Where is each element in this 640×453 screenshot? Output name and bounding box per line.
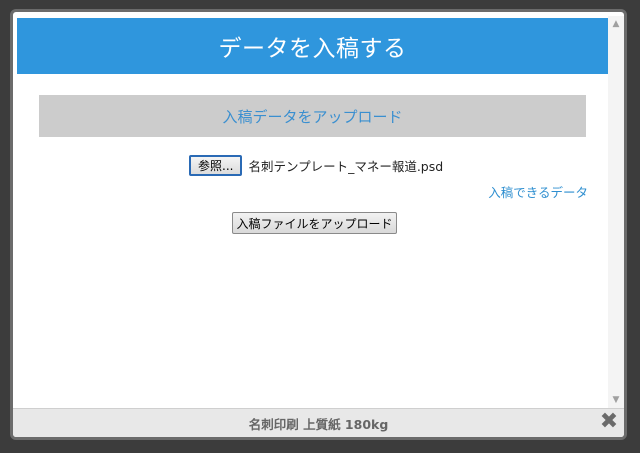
scroll-down-icon[interactable]: ▼	[611, 395, 621, 405]
file-picker: 参照... 名刺テンプレート_マネー報道.psd	[189, 154, 443, 176]
selected-file-name: 名刺テンプレート_マネー報道.psd	[248, 158, 444, 174]
dialog-footer: 名刺印刷 上質紙 180kg	[13, 408, 624, 437]
close-icon[interactable]: ✖	[598, 411, 620, 433]
product-caption: 名刺印刷 上質紙 180kg	[248, 416, 389, 432]
dialog-title: データを入稿する	[17, 18, 608, 74]
dialog-content: データを入稿する 入稿データをアップロード 参照... 名刺テンプレート_マネー…	[17, 16, 608, 408]
content-scrollbar[interactable]: ▲ ▼	[608, 16, 624, 408]
browse-button[interactable]: 参照...	[189, 154, 243, 176]
upload-dialog: データを入稿する 入稿データをアップロード 参照... 名刺テンプレート_マネー…	[10, 9, 627, 440]
allowed-data-link[interactable]: 入稿できるデータ	[488, 182, 588, 201]
upload-submit-button[interactable]: 入稿ファイルをアップロード	[232, 212, 397, 234]
scroll-up-icon[interactable]: ▲	[611, 19, 621, 29]
upload-section-title: 入稿データをアップロード	[39, 95, 586, 137]
